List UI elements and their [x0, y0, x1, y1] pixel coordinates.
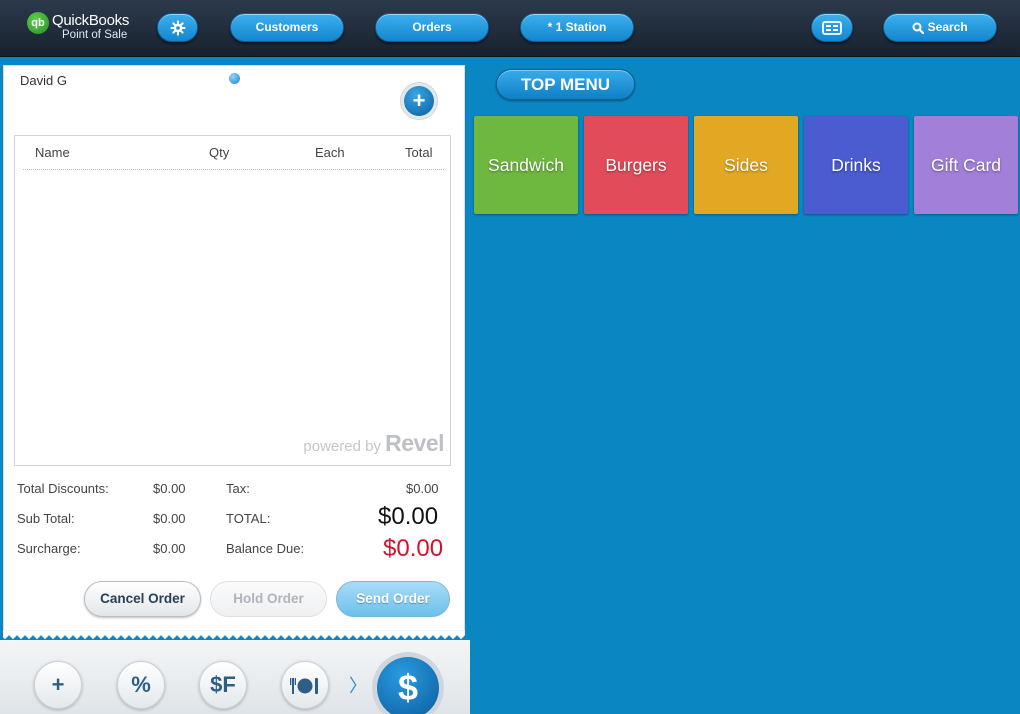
gear-icon — [170, 20, 186, 36]
station-button[interactable]: * 1 Station — [520, 13, 634, 42]
add-button[interactable]: + — [34, 661, 82, 709]
category-gift-card[interactable]: Gift Card — [914, 116, 1018, 214]
column-header-total: Total — [405, 145, 433, 160]
balance-due-value: $0.00 — [383, 535, 444, 562]
send-order-button[interactable]: Send Order — [336, 581, 450, 617]
tax-value: $0.00 — [406, 481, 439, 496]
logo-subtitle: Point of Sale — [62, 29, 128, 41]
category-sandwich[interactable]: Sandwich — [474, 116, 578, 214]
hold-order-button[interactable]: Hold Order — [210, 581, 327, 617]
dining-button[interactable] — [281, 661, 329, 709]
column-header-each: Each — [315, 145, 345, 160]
category-drinks[interactable]: Drinks — [804, 116, 908, 214]
bottom-toolbar: + % $F 〉 $ — [0, 640, 470, 714]
revel-logo: Revel — [385, 430, 444, 456]
dining-icon — [290, 672, 320, 697]
surcharge-label: Surcharge: — [17, 541, 81, 556]
subtotal-label: Sub Total: — [17, 511, 75, 526]
surcharge-value: $0.00 — [153, 541, 186, 556]
powered-by-revel: powered by Revel — [303, 430, 444, 457]
total-discounts-label: Total Discounts: — [17, 481, 109, 496]
search-icon — [912, 20, 927, 34]
total-label: TOTAL: — [226, 511, 271, 526]
cancel-order-button[interactable]: Cancel Order — [84, 581, 201, 617]
order-panel: David G + Name Qty Each Total powered by… — [3, 65, 465, 635]
header-divider — [23, 169, 444, 170]
order-items-table: Name Qty Each Total powered by Revel — [14, 135, 451, 466]
tax-label: Tax: — [226, 481, 250, 496]
category-sides[interactable]: Sides — [694, 116, 798, 214]
total-discounts-value: $0.00 — [153, 481, 186, 496]
discount-button[interactable]: % — [117, 661, 165, 709]
pay-button[interactable]: $ — [372, 652, 444, 714]
table-layout-icon — [822, 20, 842, 35]
search-label: Search — [927, 20, 968, 34]
receipt-edge — [3, 630, 465, 640]
customer-name[interactable]: David G — [20, 73, 67, 88]
table-layout-button[interactable] — [811, 13, 853, 42]
search-button[interactable]: Search — [883, 13, 997, 42]
subtotal-value: $0.00 — [153, 511, 186, 526]
add-item-button[interactable]: + — [400, 82, 438, 120]
powered-by-text: powered by — [303, 438, 381, 455]
balance-due-label: Balance Due: — [226, 541, 305, 556]
category-burgers[interactable]: Burgers — [584, 116, 688, 214]
chevron-right-icon[interactable]: 〉 — [349, 672, 367, 698]
status-dot — [229, 73, 240, 84]
logo-title: QuickBooks — [52, 12, 130, 29]
customers-button[interactable]: Customers — [230, 13, 344, 42]
orders-button[interactable]: Orders — [375, 13, 489, 42]
column-header-qty: Qty — [209, 145, 230, 160]
plus-icon: + — [404, 86, 434, 116]
top-bar: qb QuickBooks Point of Sale Customers Or… — [0, 0, 1020, 57]
quickbooks-logo: qb QuickBooks Point of Sale — [27, 11, 137, 45]
logo-mark: qb — [27, 12, 49, 34]
column-header-name: Name — [35, 145, 70, 160]
total-value: $0.00 — [378, 503, 439, 530]
top-menu-button[interactable]: TOP MENU — [496, 69, 635, 100]
settings-button[interactable] — [157, 13, 198, 42]
dollar-icon: $ — [377, 657, 439, 714]
surcharge-fee-button[interactable]: $F — [199, 661, 247, 709]
